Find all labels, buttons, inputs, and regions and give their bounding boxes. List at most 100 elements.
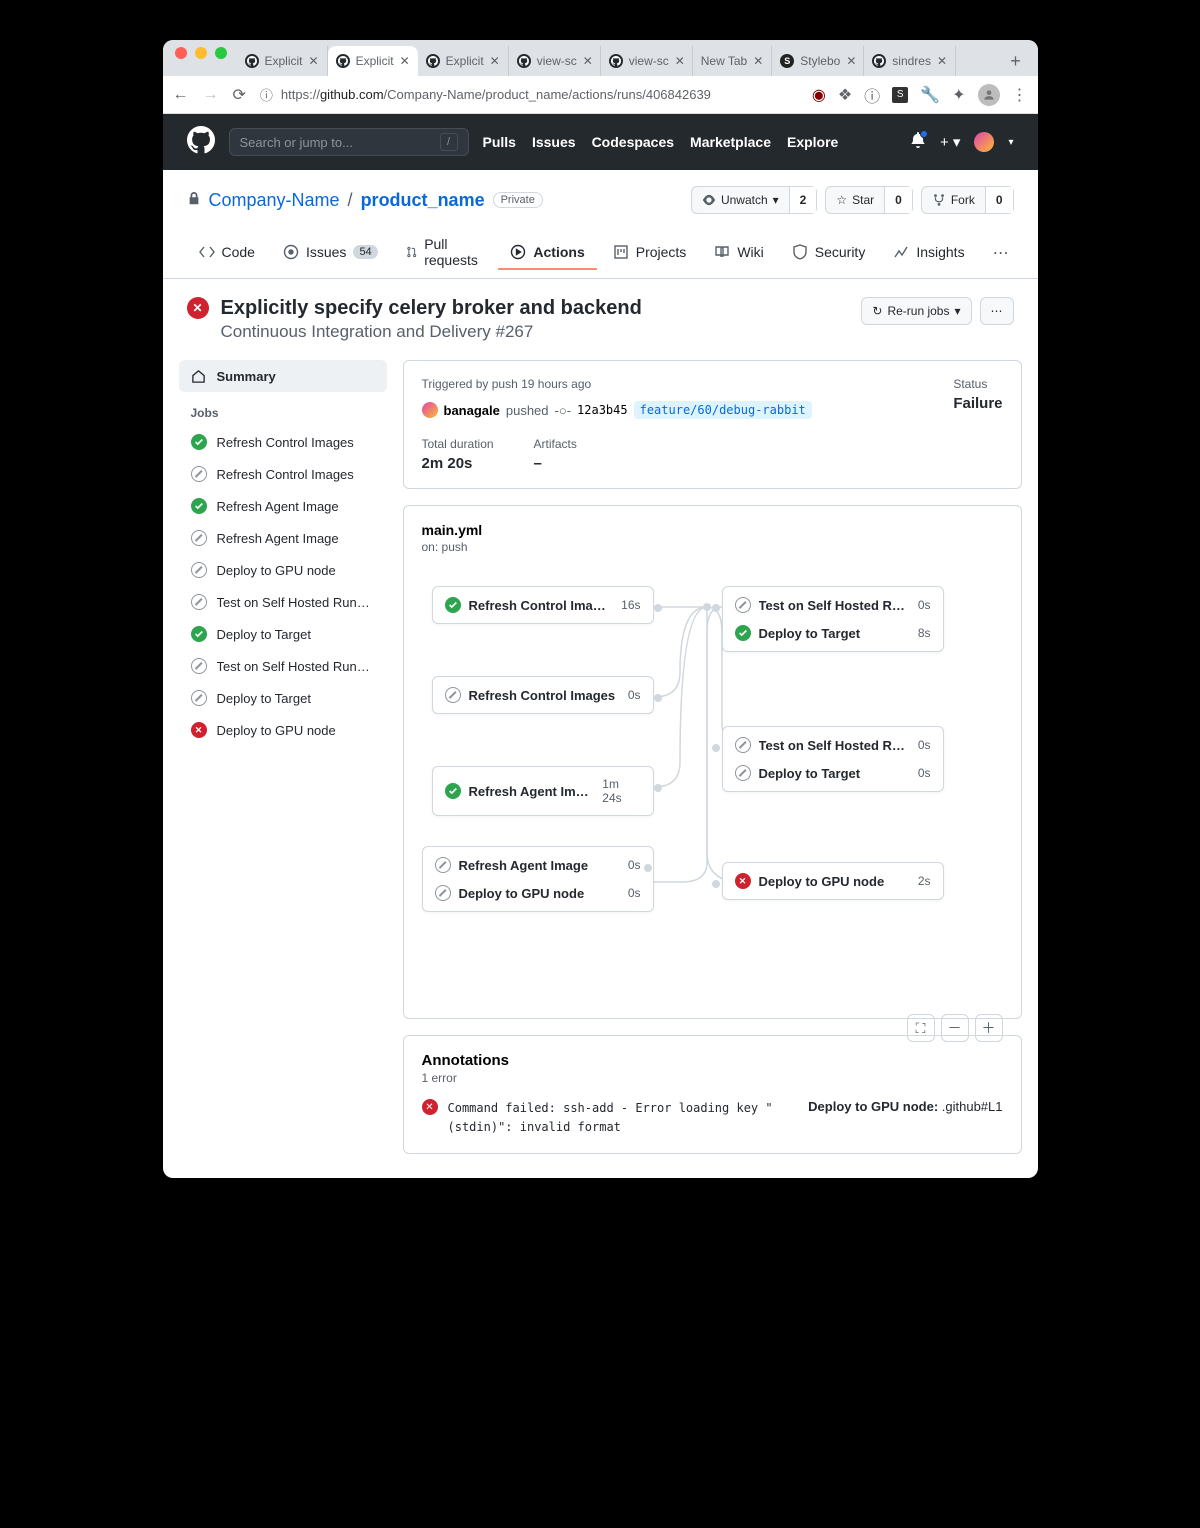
address-bar[interactable]: ⓘ https://github.com/Company-Name/produc…	[260, 85, 798, 104]
fullscreen-button[interactable]: ⛶	[907, 1014, 935, 1042]
browser-tab[interactable]: view-sc✕	[509, 46, 601, 76]
unwatch-button[interactable]: Unwatch ▾ 2	[691, 186, 817, 214]
zoom-in-button[interactable]: ＋	[975, 1014, 1003, 1042]
sidebar-job-item[interactable]: Refresh Agent Image	[179, 522, 387, 554]
reload-button[interactable]: ⟳	[233, 85, 246, 105]
close-tab-icon[interactable]: ✕	[309, 54, 319, 68]
graph-node[interactable]: Refresh Control Images0s	[432, 676, 654, 714]
zoom-window[interactable]	[215, 47, 227, 59]
tab-code[interactable]: Code	[187, 236, 267, 270]
nav-issues[interactable]: Issues	[532, 134, 576, 150]
tab-title: Explicit	[265, 54, 303, 68]
tab-pull-requests[interactable]: Pull requests	[394, 228, 495, 278]
workflow-graph[interactable]: ⛶ － ＋ Refresh Control Images16sRefresh C…	[422, 582, 1003, 1002]
run-menu-button[interactable]: ⋯	[980, 297, 1014, 325]
workflow-trigger: on: push	[422, 540, 1003, 554]
search-input[interactable]: Search or jump to... /	[229, 128, 469, 156]
tab-insights[interactable]: Insights	[881, 236, 976, 270]
sidebar-job-item[interactable]: Deploy to Target	[179, 682, 387, 714]
tab-projects[interactable]: Projects	[601, 236, 699, 270]
add-menu[interactable]: + ▾	[940, 133, 960, 151]
browser-tab[interactable]: Explicit✕	[328, 46, 418, 76]
sidebar-job-item[interactable]: Refresh Agent Image	[179, 490, 387, 522]
browser-tab[interactable]: New Tab✕	[693, 46, 773, 76]
annotation-location[interactable]: Deploy to GPU node: .github#L1	[808, 1099, 1002, 1114]
skipped-icon	[191, 594, 207, 610]
close-tab-icon[interactable]: ✕	[490, 54, 500, 68]
back-button[interactable]: ←	[173, 86, 189, 104]
tab-wiki[interactable]: Wiki	[702, 236, 775, 270]
graph-node[interactable]: Refresh Control Images16s	[432, 586, 654, 624]
graph-node[interactable]: ✕Deploy to GPU node2s	[722, 862, 944, 900]
sidebar-job-item[interactable]: Refresh Control Images	[179, 426, 387, 458]
close-tab-icon[interactable]: ✕	[583, 54, 593, 68]
tab-security[interactable]: Security	[780, 236, 878, 270]
forward-button[interactable]: →	[203, 86, 219, 104]
extension-icon[interactable]: ❖	[838, 85, 852, 105]
close-tab-icon[interactable]: ✕	[400, 54, 410, 68]
tab-actions[interactable]: Actions	[498, 236, 596, 270]
chrome-menu[interactable]: ⋮	[1012, 85, 1028, 105]
repo-header: Company-Name / product_name Private Unwa…	[163, 170, 1038, 279]
repo-tabs: Code Issues54 Pull requests Actions Proj…	[187, 228, 1014, 278]
new-tab-button[interactable]: +	[1002, 46, 1030, 76]
close-tab-icon[interactable]: ✕	[753, 54, 763, 68]
stylebot-icon[interactable]: S	[892, 87, 908, 103]
search-placeholder: Search or jump to...	[240, 135, 353, 150]
close-tab-icon[interactable]: ✕	[937, 54, 947, 68]
commit-sha[interactable]: 12a3b45	[577, 403, 628, 417]
info-icon[interactable]: ⓘ	[864, 83, 880, 107]
close-tab-icon[interactable]: ✕	[675, 54, 685, 68]
profile-avatar[interactable]	[978, 84, 1000, 106]
node-label: Refresh Control Images	[469, 598, 614, 613]
sidebar-job-item[interactable]: Refresh Control Images	[179, 458, 387, 490]
graph-node[interactable]: Test on Self Hosted Runne...0sDeploy to …	[722, 726, 944, 792]
wrench-icon[interactable]: 🔧	[920, 85, 940, 105]
sidebar-summary[interactable]: Summary	[179, 360, 387, 392]
actor-name[interactable]: banagale	[444, 403, 500, 418]
rerun-jobs-button[interactable]: ↻ Re-run jobs ▾	[861, 297, 971, 325]
notifications-icon[interactable]	[910, 132, 926, 153]
browser-tab[interactable]: SStylebo✕	[772, 46, 864, 76]
tabs-overflow[interactable]: ⋯	[981, 235, 1021, 271]
close-window[interactable]	[175, 47, 187, 59]
browser-tab[interactable]: Explicit✕	[418, 46, 509, 76]
nav-codespaces[interactable]: Codespaces	[592, 134, 674, 150]
user-menu-caret[interactable]: ▾	[1008, 137, 1013, 148]
owner-link[interactable]: Company-Name	[209, 190, 340, 211]
star-button[interactable]: ☆ Star 0	[825, 186, 912, 214]
extensions-icon[interactable]: ✦	[952, 85, 965, 105]
summary-card: Triggered by push 19 hours ago banagale …	[403, 360, 1022, 489]
success-icon	[735, 625, 751, 641]
url-domain: github.com	[320, 87, 384, 102]
sidebar-job-item[interactable]: Deploy to GPU node	[179, 554, 387, 586]
graph-node[interactable]: Refresh Agent Image1m 24s	[432, 766, 654, 816]
graph-node[interactable]: Refresh Agent Image0sDeploy to GPU node0…	[422, 846, 654, 912]
fork-button[interactable]: Fork 0	[921, 186, 1014, 214]
actor-avatar[interactable]	[422, 402, 438, 418]
graph-node[interactable]: Test on Self Hosted Runne...0sDeploy to …	[722, 586, 944, 652]
sidebar-job-item[interactable]: Deploy to Target	[179, 618, 387, 650]
sidebar-job-item[interactable]: Test on Self Hosted Runne...	[179, 650, 387, 682]
browser-tab[interactable]: view-sc✕	[601, 46, 693, 76]
browser-tab[interactable]: Explicit ✕	[237, 46, 328, 76]
user-avatar[interactable]	[974, 132, 994, 152]
zoom-out-button[interactable]: －	[941, 1014, 969, 1042]
node-label: Deploy to GPU node	[759, 874, 885, 889]
nav-explore[interactable]: Explore	[787, 134, 838, 150]
minimize-window[interactable]	[195, 47, 207, 59]
close-tab-icon[interactable]: ✕	[846, 54, 856, 68]
repo-link[interactable]: product_name	[361, 190, 485, 211]
browser-tab[interactable]: sindres✕	[864, 46, 956, 76]
branch-chip[interactable]: feature/60/debug-rabbit	[634, 401, 812, 419]
sidebar-job-item[interactable]: ✕Deploy to GPU node	[179, 714, 387, 746]
github-logo-icon[interactable]	[187, 126, 215, 159]
status-value: Failure	[953, 395, 1002, 412]
nav-pulls[interactable]: Pulls	[483, 134, 516, 150]
tab-issues[interactable]: Issues54	[271, 236, 390, 270]
job-label: Refresh Agent Image	[217, 499, 339, 514]
fail-icon: ✕	[735, 873, 751, 889]
ublock-icon[interactable]: ◉	[812, 85, 826, 105]
nav-marketplace[interactable]: Marketplace	[690, 134, 771, 150]
sidebar-job-item[interactable]: Test on Self Hosted Runne...	[179, 586, 387, 618]
